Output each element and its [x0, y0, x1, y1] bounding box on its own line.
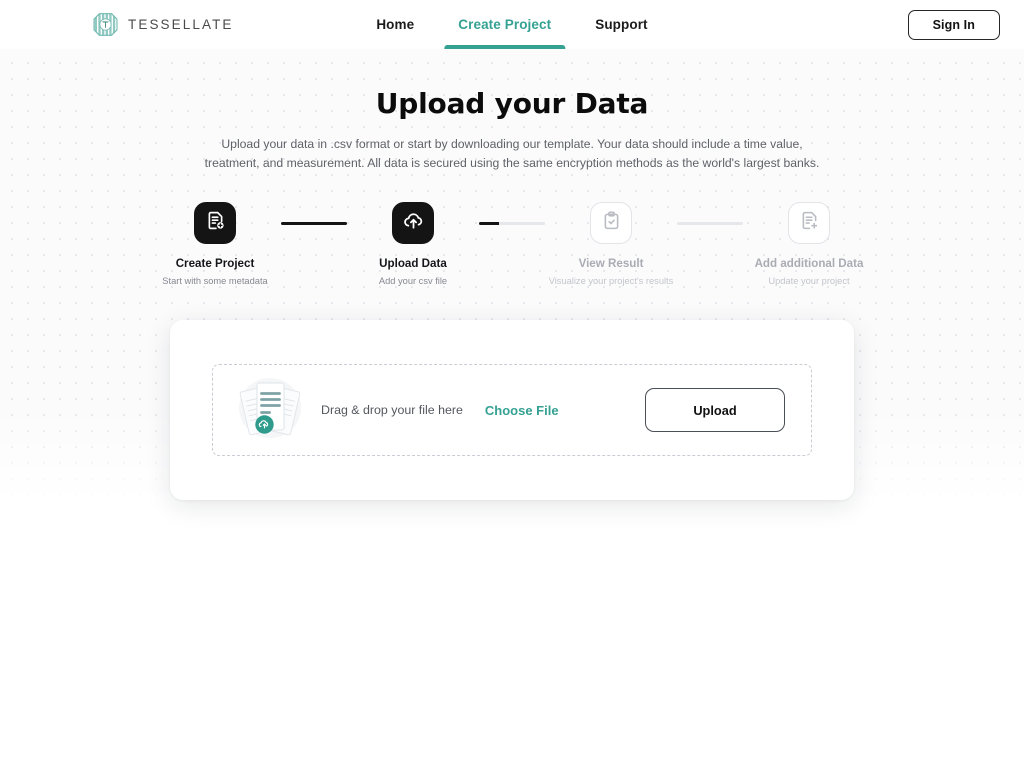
progress-stepper: Create Project Start with some metadata …: [0, 202, 1024, 286]
drag-drop-label: Drag & drop your file here: [321, 403, 463, 418]
step-view-result-box: [590, 202, 632, 245]
nav-item-home[interactable]: Home: [354, 0, 436, 49]
step-add-additional-data-desc: Update your project: [768, 276, 850, 287]
step-view-result[interactable]: View Result Visualize your project's res…: [545, 202, 677, 286]
step-connector-3: [677, 202, 743, 244]
choose-file-link[interactable]: Choose File: [485, 403, 559, 418]
tessellate-hex-logo-icon: [92, 11, 119, 38]
document-plus-icon: [205, 210, 226, 236]
step-connector-1: [281, 202, 347, 244]
step-upload-data-label: Upload Data: [379, 257, 447, 271]
step-create-project-desc: Start with some metadata: [162, 276, 268, 287]
main-nav: Home Create Project Support: [354, 0, 669, 49]
page-title: Upload your Data: [375, 87, 649, 120]
file-stack-cloud-upload-illustration-icon: [237, 372, 303, 449]
step-view-result-label: View Result: [578, 257, 644, 271]
cloud-upload-icon: [402, 209, 425, 237]
page-subtitle: Upload your data in .csv format or start…: [204, 136, 820, 170]
step-add-additional-data-label: Add additional Data: [754, 257, 864, 271]
step-create-project[interactable]: Create Project Start with some metadata: [149, 202, 281, 286]
document-plus-icon: [799, 210, 820, 236]
upload-card: Drag & drop your file here Choose File U…: [170, 320, 854, 501]
site-header: TESSELLATE Home Create Project Support S…: [0, 0, 1024, 49]
step-add-additional-data-box: [788, 202, 830, 245]
step-upload-data-box: [392, 202, 434, 245]
step-create-project-label: Create Project: [175, 257, 255, 271]
upload-button[interactable]: Upload: [645, 388, 785, 433]
nav-item-support[interactable]: Support: [573, 0, 669, 49]
file-dropzone[interactable]: Drag & drop your file here Choose File U…: [212, 364, 812, 457]
clipboard-check-icon: [601, 210, 622, 236]
sign-in-button[interactable]: Sign In: [907, 9, 1000, 40]
step-create-project-box: [194, 202, 236, 245]
step-connector-2: [479, 202, 545, 244]
brand-logo[interactable]: TESSELLATE: [92, 11, 234, 38]
step-add-additional-data[interactable]: Add additional Data Update your project: [743, 202, 875, 286]
nav-item-create-project[interactable]: Create Project: [436, 0, 573, 49]
hero-section: Upload your Data Upload your data in .cs…: [0, 49, 1024, 172]
brand-name: TESSELLATE: [128, 17, 234, 32]
step-upload-data[interactable]: Upload Data Add your csv file: [347, 202, 479, 286]
step-upload-data-desc: Add your csv file: [378, 276, 448, 287]
page-stage: Upload your Data Upload your data in .cs…: [0, 49, 1024, 762]
step-view-result-desc: Visualize your project's results: [548, 276, 674, 287]
